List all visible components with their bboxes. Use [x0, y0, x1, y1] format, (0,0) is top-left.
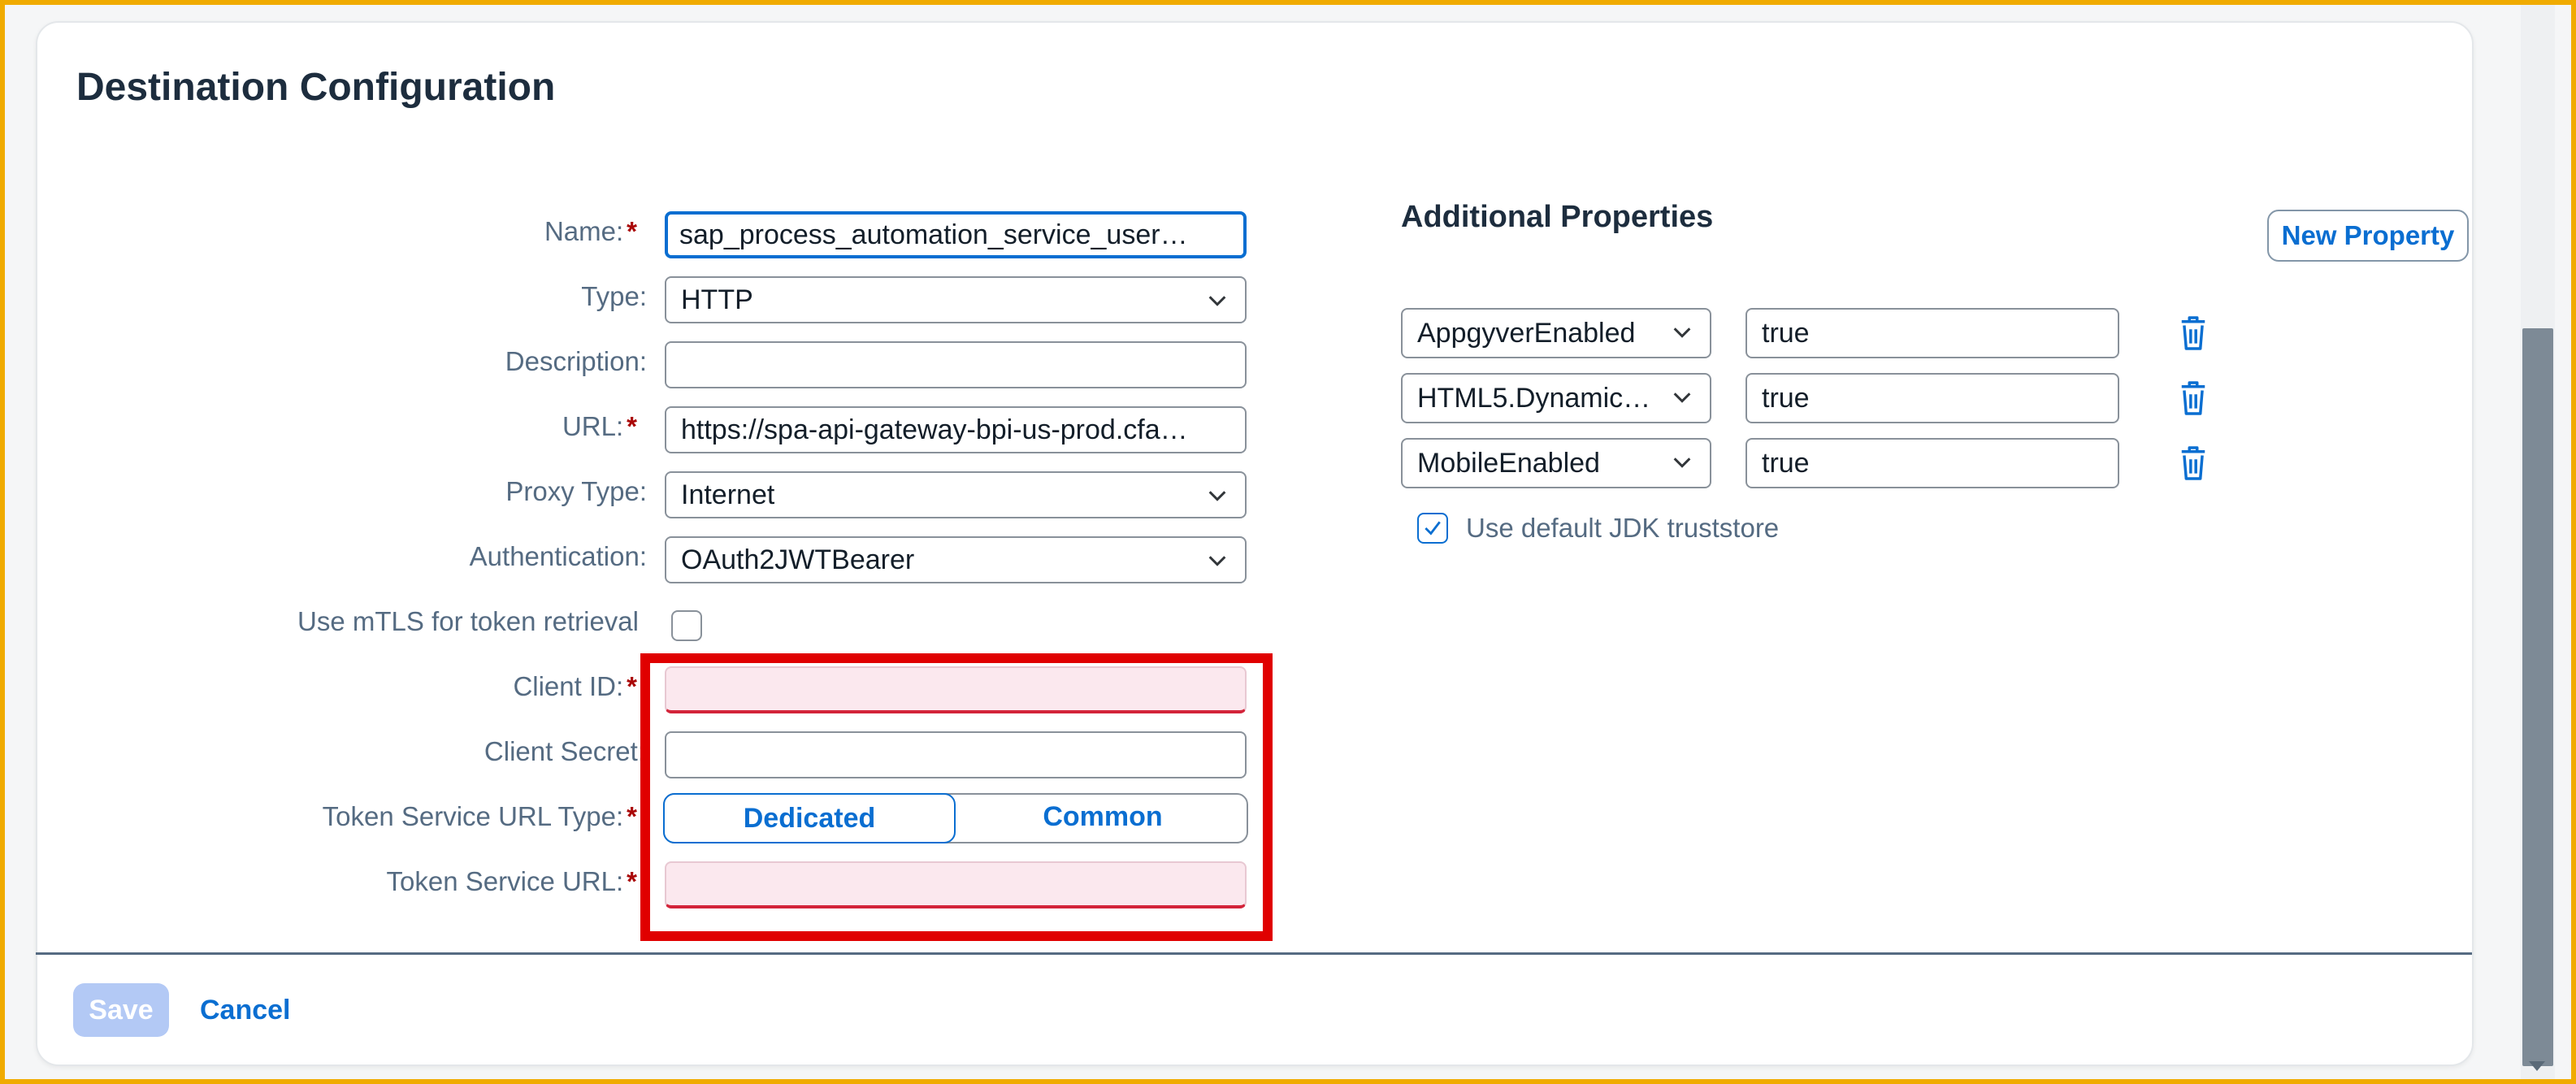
name-label: Name: * [544, 216, 637, 246]
required-marker: * [627, 411, 637, 441]
jdk-truststore-label: Use default JDK truststore [1466, 513, 1780, 543]
authentication-select[interactable]: OAuth2JWTBearer [665, 536, 1247, 583]
trash-icon[interactable] [2178, 444, 2209, 482]
url-input[interactable]: https://spa-api-gateway-bpi-us-prod.cfap… [665, 406, 1247, 453]
chevron-down-icon [1673, 327, 1691, 338]
trash-icon[interactable] [2178, 314, 2209, 352]
chevron-down-icon [1208, 556, 1226, 566]
required-marker: * [627, 216, 637, 246]
description-label: Description: [505, 346, 647, 376]
chevron-down-icon [1673, 457, 1691, 468]
property-value-input[interactable]: true [1746, 438, 2119, 488]
required-marker: * [627, 671, 637, 701]
property-key-select[interactable]: HTML5.DynamicDestination [1401, 373, 1711, 423]
required-marker: * [627, 866, 637, 896]
mtls-checkbox[interactable] [671, 610, 702, 641]
name-input[interactable]: sap_process_automation_service_user_acce [665, 211, 1247, 258]
property-key-select[interactable]: MobileEnabled [1401, 438, 1711, 488]
client-id-label: Client ID: * [513, 671, 637, 701]
property-value-input[interactable]: true [1746, 308, 2119, 358]
highlight-box [640, 653, 1273, 941]
scrollbar-thumb[interactable] [2522, 328, 2553, 1066]
save-button[interactable]: Save [73, 983, 169, 1037]
chevron-down-icon [1208, 296, 1226, 306]
proxy-type-select[interactable]: Internet [665, 471, 1247, 518]
description-input[interactable] [665, 341, 1247, 388]
authentication-label: Authentication: [469, 541, 647, 571]
chevron-down-icon [1208, 491, 1226, 501]
required-marker: * [627, 801, 637, 831]
property-key-select[interactable]: AppgyverEnabled [1401, 308, 1711, 358]
property-value-input[interactable]: true [1746, 373, 2119, 423]
jdk-truststore-checkbox[interactable] [1417, 513, 1448, 544]
token-service-url-label: Token Service URL: * [386, 866, 637, 896]
type-select[interactable]: HTTP [665, 276, 1247, 323]
url-label: URL: * [562, 411, 637, 441]
mtls-label: Use mTLS for token retrieval [297, 606, 639, 636]
checkmark-icon [1425, 521, 1441, 535]
footer-divider [36, 952, 2472, 955]
page-title: Destination Configuration [76, 66, 556, 109]
type-label: Type: [581, 281, 647, 311]
token-service-url-type-label: Token Service URL Type: * [322, 801, 637, 831]
proxy-type-label: Proxy Type: [505, 476, 647, 506]
new-property-button[interactable]: New Property [2267, 210, 2469, 262]
scroll-down-arrow-icon[interactable] [2529, 1061, 2545, 1071]
trash-icon[interactable] [2178, 379, 2209, 417]
cancel-button[interactable]: Cancel [200, 983, 291, 1037]
additional-properties-title: Additional Properties [1401, 200, 1714, 234]
client-secret-label: Client Secret: [484, 736, 645, 766]
chevron-down-icon [1673, 392, 1691, 403]
